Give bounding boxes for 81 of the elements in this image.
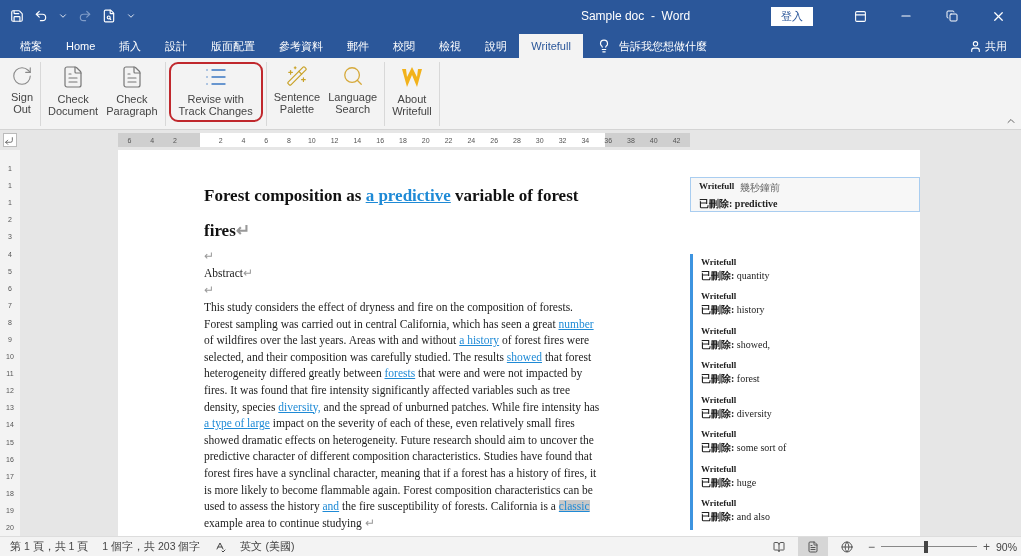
deleted-text: 已刪除: quantity — [701, 268, 771, 283]
revision-balloon[interactable]: Writefull 已刪除: some sort of — [690, 426, 920, 461]
revision-balloon[interactable]: Writefull 已刪除: and also — [690, 495, 920, 530]
share-button[interactable]: 共用 — [963, 34, 1013, 58]
deleted-text: 已刪除: showed, — [701, 337, 771, 352]
caret-icon[interactable] — [58, 11, 68, 21]
circular-arrow-icon — [11, 65, 33, 87]
print-preview-icon[interactable] — [102, 9, 116, 23]
revision-balloon[interactable]: Writefull 已刪除: diversity — [690, 391, 920, 426]
revision-author: Writefull — [701, 498, 737, 508]
ribbon-button[interactable]: Revise with Track Changes — [168, 62, 263, 122]
magic-wand-icon — [285, 65, 308, 87]
panel-icon — [853, 9, 867, 23]
deleted-text: 已刪除: history — [701, 303, 766, 317]
page-count[interactable]: 第 1 頁，共 1 頁 — [10, 539, 89, 554]
revision-author: Writefull — [701, 360, 737, 370]
revision-balloon[interactable]: Writefull 已刪除: huge — [690, 460, 920, 495]
document-text: ↵ — [204, 249, 215, 264]
revision-author: Writefull — [699, 181, 735, 193]
ribbon-tab[interactable]: 版面配置 — [199, 34, 268, 58]
document-heading: Forest composition as a predictive variable of forest fires↵ — [204, 185, 580, 242]
revision-author: Writefull — [701, 291, 737, 301]
read-mode-icon — [772, 540, 785, 553]
revision-author: Writefull — [701, 325, 737, 336]
revision-balloon[interactable]: Writefull 已刪除: showed, — [690, 322, 920, 357]
zoom-thumb[interactable] — [924, 540, 929, 553]
revision-author: Writefull — [701, 394, 737, 405]
proofing-icon[interactable] — [214, 540, 227, 553]
window-title: Sample doc - Word — [579, 9, 692, 23]
tab-selector-button[interactable] — [3, 133, 17, 147]
deleted-text: 已刪除: some sort of — [701, 441, 788, 455]
ribbon-button[interactable]: Language Search — [324, 62, 382, 118]
ribbon-button[interactable]: About Writefull — [388, 62, 436, 120]
logo-icon — [400, 65, 423, 89]
document-text: Abstract↵ — [204, 266, 254, 281]
tell-me-search[interactable]: 告訴我您想做什麼 — [590, 34, 713, 58]
deleted-text: 已刪除: predictive — [699, 197, 779, 211]
document-text: ↵ — [204, 283, 215, 298]
revision-time: 幾秒鐘前 — [740, 181, 781, 195]
language[interactable]: 英文 (美國) — [240, 539, 295, 554]
deleted-text: 已刪除: huge — [701, 475, 758, 490]
zoom-level[interactable]: 90% — [996, 540, 1017, 553]
search-icon — [341, 65, 364, 87]
revision-author: Writefull — [701, 463, 737, 474]
ribbon-button[interactable]: Check Paragraph — [102, 62, 162, 120]
ribbon-tab[interactable]: 檢視 — [427, 34, 474, 58]
ribbon-tab[interactable]: 參考資料 — [267, 34, 336, 58]
ribbon-tab[interactable]: 郵件 — [335, 34, 382, 58]
sign-in-button[interactable]: 登入 — [771, 6, 813, 26]
zoom-in-button[interactable]: + — [980, 539, 992, 554]
revision-balloon[interactable]: Writefull 已刪除: history — [690, 288, 920, 323]
ribbon-button[interactable]: Sign Out — [7, 62, 38, 118]
view-button[interactable] — [797, 537, 828, 556]
save-icon[interactable] — [10, 9, 24, 23]
word-count[interactable]: 1 個字，共 203 個字 — [102, 539, 201, 554]
ribbon-tab[interactable]: 說明 — [473, 34, 520, 58]
revision-balloon[interactable]: Writefull 已刪除: forest — [690, 357, 920, 392]
zoom-out-button[interactable]: − — [865, 539, 877, 554]
revision-author: Writefull — [701, 429, 737, 439]
ribbon-button[interactable]: Sentence Palette — [269, 62, 325, 118]
ribbon-tab[interactable]: Home — [54, 34, 108, 58]
restore-icon — [946, 10, 958, 22]
customize-caret-icon[interactable] — [126, 11, 136, 21]
globe-icon — [840, 540, 853, 553]
revision-balloon[interactable]: Writefull 已刪除: quantity — [690, 253, 920, 288]
ribbon-tab[interactable]: 設計 — [153, 34, 200, 58]
ribbon-tab[interactable]: 校閱 — [381, 34, 428, 58]
body-paragraph: This study considers the effect of dryness and fire on the composition of forests. Forest sampling was carried out in central California, which has seen a great number of wildfires over the last years. Areas with and without a history of forest fires were selected, and their composition was carefully studied. The results showed that forest heterogeneity differed greatly between forests that were and were not impacted by fires. It was found that fire intensity significantly affected variables such as tree density, species diversity, and the spread of unburned patches. While fire intensity has a type of large impact on the severity of each of these, even relatively small fires showed dramatic effects on heterogeneity. Future research should aim to uncover the predictive character of different composition characteristics. Studies have found that forest fires have a synclinal character, meaning that if a forest has a history of fires, it is more likely to become flammable again. Forest composition characteristics can be used to assess the history and the fire susceptibility of forests. California is a classic example area to continue studying ↵ — [204, 300, 600, 532]
redo-icon[interactable] — [78, 9, 92, 23]
revision-author: Writefull — [701, 256, 737, 267]
deleted-text: 已刪除: forest — [701, 372, 761, 386]
ribbon-tab[interactable]: Writefull — [519, 34, 583, 58]
ribbon-button[interactable]: Check Document — [44, 62, 103, 120]
ribbon-tab[interactable]: 插入 — [107, 34, 154, 58]
revision-balloon[interactable]: Writefull 幾秒鐘前 已刪除: predictive — [690, 177, 920, 212]
undo-icon[interactable] — [34, 9, 48, 23]
deleted-text: 已刪除: and also — [701, 510, 771, 524]
person-icon — [969, 39, 982, 53]
deleted-text: 已刪除: diversity — [701, 406, 773, 421]
ribbon-tab[interactable]: 檔案 — [8, 34, 54, 58]
page-icon — [806, 540, 819, 553]
